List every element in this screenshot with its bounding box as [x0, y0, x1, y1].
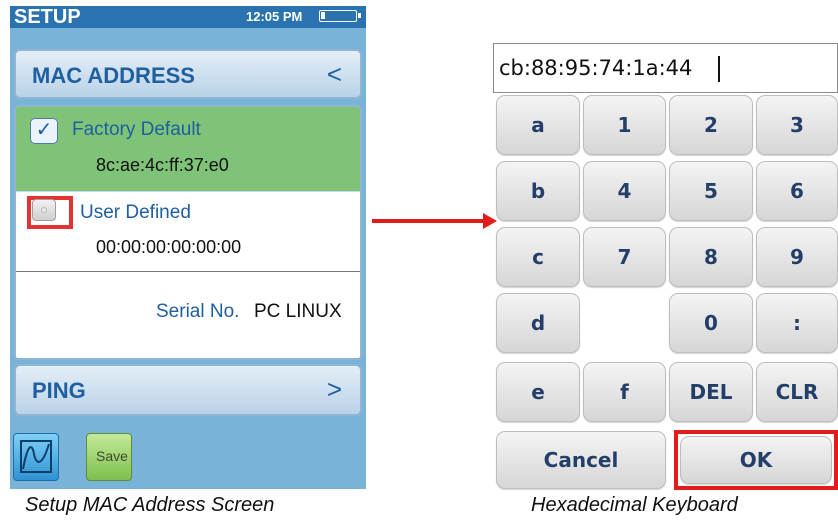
key-0[interactable]: 0 — [669, 293, 753, 353]
checkmark-icon: ✓ — [35, 119, 53, 141]
key-8[interactable]: 8 — [669, 227, 753, 287]
key-2[interactable]: 2 — [669, 95, 753, 155]
mac-address-panel: ✓ Factory Default 8c:ae:4c:ff:37:e0 User… — [14, 105, 362, 360]
user-defined-label: User Defined — [80, 202, 191, 223]
battery-icon — [319, 10, 361, 22]
ping-header[interactable]: PING > — [14, 364, 362, 416]
save-button[interactable]: Save — [86, 433, 132, 481]
key-colon[interactable]: : — [756, 293, 838, 353]
mac-input-field[interactable]: cb:88:95:74:1a:44 — [493, 43, 838, 93]
factory-default-mac: 8c:ae:4c:ff:37:e0 — [96, 155, 229, 175]
mac-address-header[interactable]: MAC ADDRESS < — [14, 49, 362, 99]
text-caret — [718, 56, 720, 82]
status-bar: SETUP 12:05 PM — [10, 6, 366, 28]
factory-default-row[interactable]: ✓ Factory Default 8c:ae:4c:ff:37:e0 — [16, 107, 360, 192]
clock: 12:05 PM — [246, 9, 303, 24]
mac-address-label: MAC ADDRESS — [32, 63, 195, 88]
key-d[interactable]: d — [496, 293, 580, 353]
key-9[interactable]: 9 — [756, 227, 838, 287]
key-7[interactable]: 7 — [583, 227, 666, 287]
key-3[interactable]: 3 — [756, 95, 838, 155]
ok-highlight-box — [674, 430, 838, 490]
key-c[interactable]: c — [496, 227, 580, 287]
key-4[interactable]: 4 — [583, 161, 666, 221]
serial-value: PC LINUX — [254, 301, 342, 322]
waveform-icon — [20, 440, 52, 473]
key-del[interactable]: DEL — [669, 362, 753, 422]
factory-default-label: Factory Default — [72, 119, 201, 140]
key-5[interactable]: 5 — [669, 161, 753, 221]
chevron-left-icon: < — [326, 59, 342, 89]
key-e[interactable]: e — [496, 362, 580, 422]
key-clr[interactable]: CLR — [756, 362, 838, 422]
setup-screen: SETUP 12:05 PM MAC ADDRESS < ✓ Factory D… — [10, 6, 366, 489]
right-caption: Hexadecimal Keyboard — [531, 494, 738, 516]
user-defined-checkbox[interactable] — [32, 199, 56, 221]
key-6[interactable]: 6 — [756, 161, 838, 221]
screen-title: SETUP — [14, 6, 81, 28]
chevron-right-icon: > — [326, 374, 342, 404]
key-f[interactable]: f — [583, 362, 666, 422]
radio-dot-icon — [41, 207, 47, 213]
arrow-line — [372, 219, 484, 223]
serial-label: Serial No. — [156, 301, 240, 322]
serial-row: Serial No. PC LINUX — [16, 272, 360, 358]
chart-button[interactable] — [13, 433, 59, 481]
factory-default-checkbox[interactable]: ✓ — [30, 118, 58, 144]
arrow-right-icon — [483, 213, 497, 229]
mac-input-value: cb:88:95:74:1a:44 — [499, 56, 693, 80]
user-defined-mac[interactable]: 00:00:00:00:00:00 — [96, 237, 241, 258]
key-1[interactable]: 1 — [583, 95, 666, 155]
save-label: Save — [96, 448, 128, 464]
ping-label: PING — [32, 378, 86, 403]
key-a[interactable]: a — [496, 95, 580, 155]
left-caption: Setup MAC Address Screen — [25, 494, 275, 516]
cancel-button[interactable]: Cancel — [496, 431, 666, 489]
key-b[interactable]: b — [496, 161, 580, 221]
user-defined-row[interactable]: User Defined 00:00:00:00:00:00 — [16, 191, 360, 272]
